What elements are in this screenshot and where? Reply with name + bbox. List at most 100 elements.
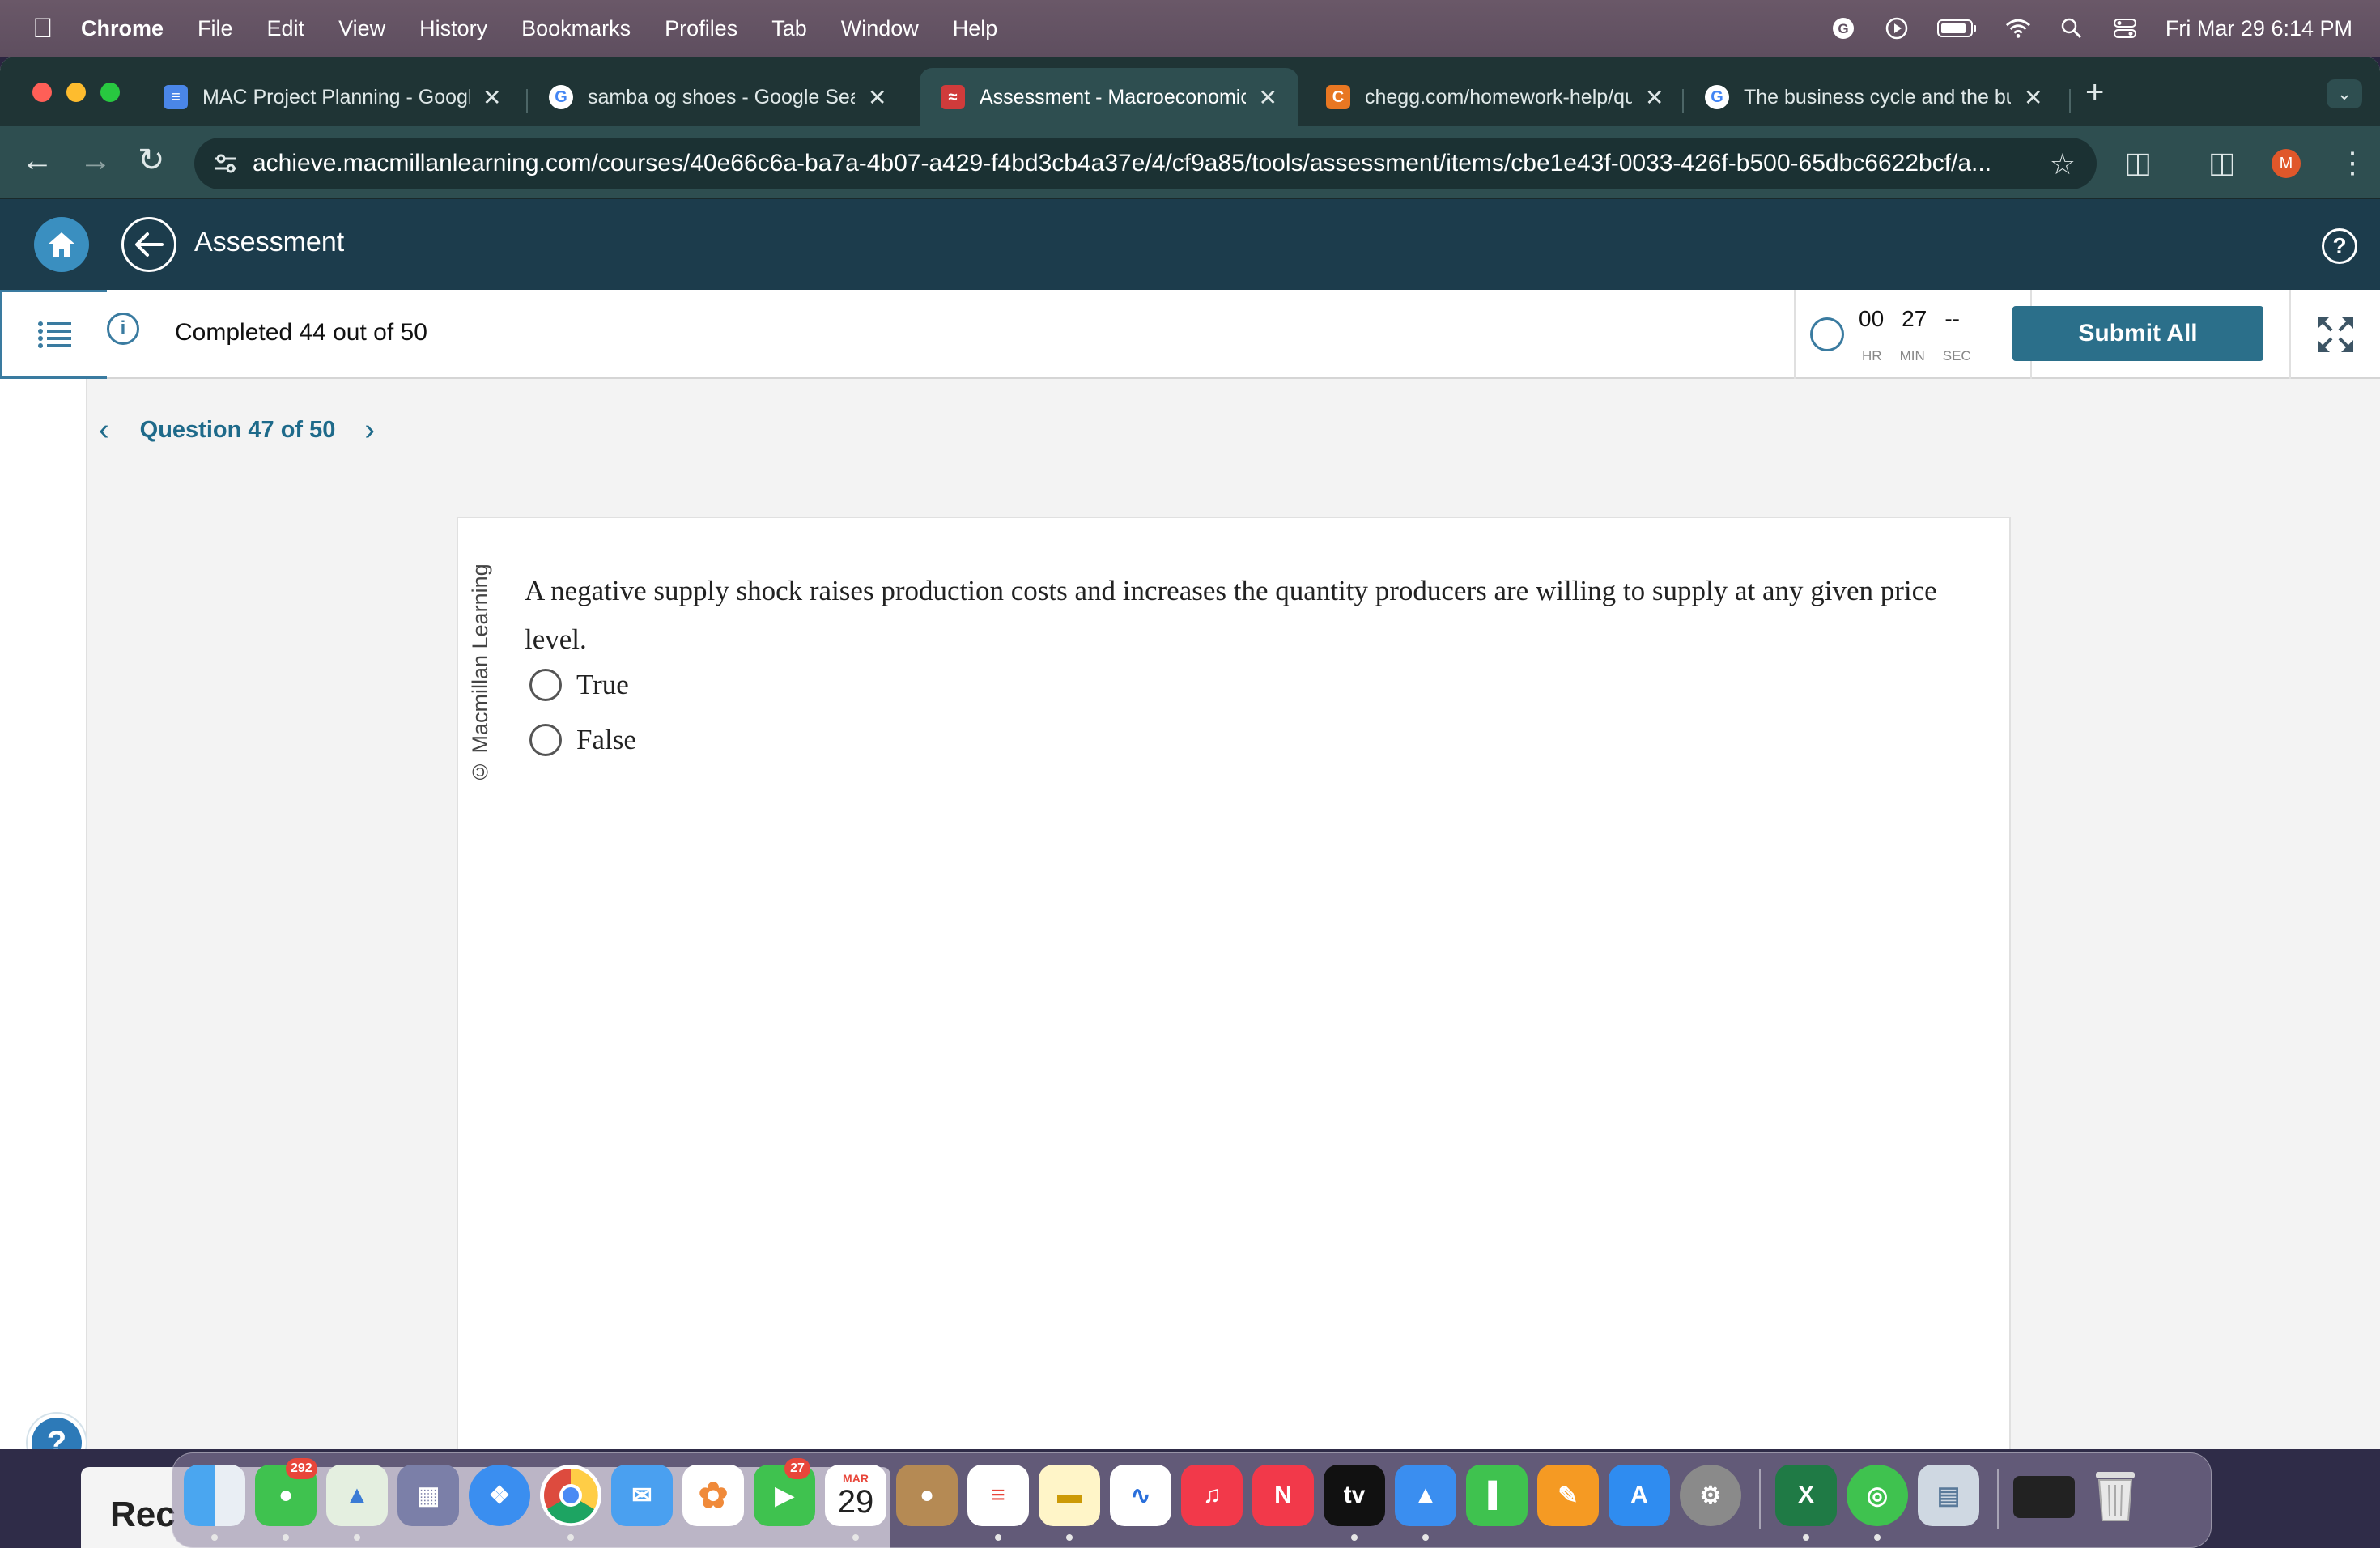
previous-question-icon[interactable]: ‹ [99, 413, 109, 448]
tab-chegg[interactable]: C chegg.com/homework-help/questions ✕ [1305, 68, 1685, 126]
apple-tv-icon[interactable]: tv [1324, 1465, 1385, 1526]
fullscreen-button[interactable] [2289, 290, 2380, 379]
menu-window[interactable]: Window [841, 16, 919, 41]
control-center-icon[interactable] [2112, 15, 2138, 41]
tab-assessment[interactable]: ≈ Assessment - Macroeconomics ✕ [920, 68, 1298, 126]
app-store-icon[interactable]: A [1609, 1465, 1670, 1526]
close-tab-icon[interactable]: ✕ [1645, 84, 1664, 111]
option-label[interactable]: False [576, 724, 636, 756]
chrome-icon[interactable] [540, 1465, 601, 1526]
option-true[interactable]: True [529, 669, 629, 701]
timer: 00 27 -- HR MIN SEC [1794, 290, 2032, 379]
chrome-window: ≡ MAC Project Planning - Google Docs ✕ G… [0, 57, 2380, 1449]
apple-menu-icon[interactable]:  [32, 13, 81, 45]
menu-help[interactable]: Help [953, 16, 998, 41]
menu-view[interactable]: View [338, 16, 385, 41]
mail-icon[interactable]: ✉ [611, 1465, 673, 1526]
find-my-icon[interactable]: ◎ [1847, 1465, 1908, 1526]
back-button[interactable] [121, 217, 176, 272]
maps-icon[interactable]: ▲ [326, 1465, 388, 1526]
timer-seconds: -- [1944, 306, 1960, 331]
url-text[interactable]: achieve.macmillanlearning.com/courses/40… [253, 150, 1991, 177]
menu-bookmarks[interactable]: Bookmarks [521, 16, 631, 41]
page-title: Assessment [194, 227, 345, 257]
music-icon[interactable]: ♫ [1181, 1465, 1243, 1526]
side-panel-icon[interactable]: ◫ [2208, 146, 2236, 180]
extensions-icon[interactable]: ◫ [2124, 146, 2152, 180]
minimized-window-thumbnail[interactable] [2013, 1476, 2075, 1518]
dock: ● 292 ▲ ▦ ❖ ✉ ✿ ▶ 27 MAR 29 ● ≡ ▬ ∿ ♫ N … [172, 1452, 2212, 1548]
close-window-button[interactable] [32, 83, 52, 102]
numbers-icon[interactable]: ▌ [1466, 1465, 1528, 1526]
menu-profiles[interactable]: Profiles [665, 16, 737, 41]
excel-icon[interactable]: X [1775, 1465, 1837, 1526]
timer-min-label: MIN [1899, 348, 1925, 364]
tab-strip: ≡ MAC Project Planning - Google Docs ✕ G… [0, 57, 2380, 126]
freeform-icon[interactable]: ∿ [1110, 1465, 1171, 1526]
photos-icon[interactable]: ✿ [682, 1465, 744, 1526]
close-tab-icon[interactable]: ✕ [2024, 84, 2042, 111]
contacts-icon[interactable]: ● [896, 1465, 958, 1526]
info-icon[interactable]: i [107, 313, 139, 345]
calendar-icon[interactable]: MAR 29 [825, 1465, 886, 1526]
profile-avatar[interactable]: M [2272, 149, 2301, 178]
site-settings-icon[interactable] [214, 152, 238, 175]
completion-progress: Completed 44 out of 50 [175, 319, 427, 346]
home-button[interactable] [34, 217, 89, 272]
reminders-icon[interactable]: ≡ [967, 1465, 1029, 1526]
more-menu-icon[interactable]: ⋮ [2338, 146, 2367, 180]
close-tab-icon[interactable]: ✕ [482, 84, 501, 111]
tab-google-search[interactable]: G samba og shoes - Google Search ✕ [528, 68, 907, 126]
back-arrow-icon[interactable]: ← [21, 142, 53, 178]
forward-arrow-icon[interactable]: → [79, 142, 112, 178]
help-icon: ? [32, 1418, 82, 1449]
next-question-icon[interactable]: › [364, 413, 375, 448]
battery-icon[interactable] [1936, 15, 1978, 41]
address-bar[interactable]: achieve.macmillanlearning.com/courses/40… [194, 138, 2097, 189]
grammarly-icon[interactable]: G [1830, 15, 1856, 41]
new-tab-icon[interactable]: + [2085, 74, 2104, 111]
list-icon [37, 321, 71, 348]
launchpad-icon[interactable]: ▦ [397, 1465, 459, 1526]
news-icon[interactable]: N [1252, 1465, 1314, 1526]
assessment-status-bar: i Completed 44 out of 50 00 27 -- HR MIN… [0, 290, 2380, 379]
running-indicator [1874, 1534, 1881, 1541]
option-false[interactable]: False [529, 724, 636, 756]
zoom-window-button[interactable] [100, 83, 120, 102]
notes-icon[interactable]: ▬ [1039, 1465, 1100, 1526]
keynote-icon[interactable]: ▲ [1395, 1465, 1456, 1526]
menu-history[interactable]: History [419, 16, 487, 41]
menu-edit[interactable]: Edit [267, 16, 305, 41]
system-settings-icon[interactable]: ⚙ [1680, 1465, 1741, 1526]
macmillan-icon: ≈ [941, 85, 965, 109]
help-icon[interactable]: ? [2322, 228, 2357, 264]
finder-icon[interactable] [184, 1465, 245, 1526]
minimize-window-button[interactable] [66, 83, 86, 102]
tab-business-cycle[interactable]: G The business cycle and the business ✕ [1684, 68, 2063, 126]
menu-app-name[interactable]: Chrome [81, 16, 164, 41]
option-label[interactable]: True [576, 669, 629, 701]
timer-sec-label: SEC [1942, 348, 1971, 364]
bookmark-star-icon[interactable]: ☆ [2050, 147, 2076, 181]
menu-file[interactable]: File [198, 16, 233, 41]
radio-button[interactable] [529, 669, 562, 701]
play-icon[interactable] [1884, 15, 1910, 41]
running-indicator [1066, 1534, 1073, 1541]
spotlight-search-icon[interactable] [2059, 15, 2085, 41]
google-icon: G [549, 85, 573, 109]
pages-icon[interactable]: ✎ [1537, 1465, 1599, 1526]
trash-icon[interactable] [2085, 1465, 2146, 1526]
submit-all-button[interactable]: Submit All [2012, 306, 2263, 361]
wifi-icon[interactable] [2005, 15, 2031, 41]
tab-search-chevron-icon[interactable]: ⌄ [2327, 79, 2362, 108]
radio-button[interactable] [529, 724, 562, 756]
menubar-datetime[interactable]: Fri Mar 29 6:14 PM [2165, 16, 2352, 41]
safari-icon[interactable]: ❖ [469, 1465, 530, 1526]
tab-docs[interactable]: ≡ MAC Project Planning - Google Docs ✕ [142, 68, 522, 126]
close-tab-icon[interactable]: ✕ [1259, 84, 1277, 111]
preview-icon[interactable]: ▤ [1918, 1465, 1979, 1526]
menu-tab[interactable]: Tab [771, 16, 807, 41]
close-tab-icon[interactable]: ✕ [868, 84, 886, 111]
reload-icon[interactable]: ↻ [138, 142, 165, 178]
question-list-button[interactable] [0, 290, 107, 379]
